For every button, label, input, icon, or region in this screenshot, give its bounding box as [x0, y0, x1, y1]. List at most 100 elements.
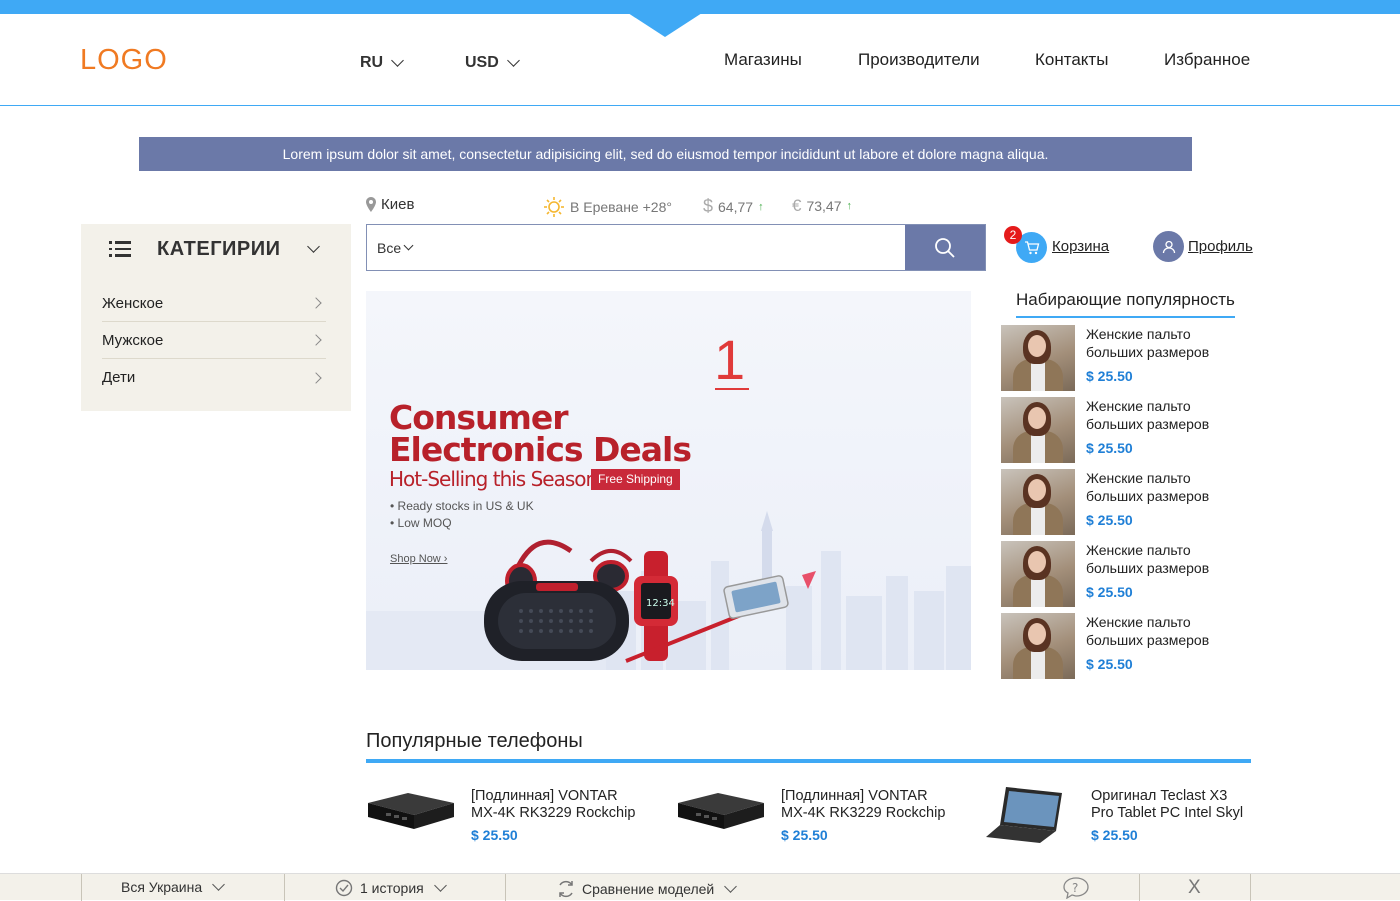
currency-label: USD: [465, 54, 499, 71]
product-card[interactable]: [Подлинная] VONTAR MX-4K RK3229 Rockchip $…: [676, 785, 966, 845]
profile-link[interactable]: Профиль: [1153, 231, 1253, 262]
product-price: $ 25.50: [1086, 440, 1133, 456]
tv-box-image: [676, 785, 766, 845]
toolbar-divider: [505, 874, 506, 901]
compare-models-dropdown[interactable]: Сравнение моделей: [556, 879, 738, 899]
product-price: $ 25.50: [1086, 584, 1133, 600]
chevron-down-icon: [403, 240, 414, 251]
nav-link-shops[interactable]: Магазины: [724, 50, 802, 70]
cart-link[interactable]: 2 Корзина: [1004, 226, 1110, 264]
promo-headline-line2: Electronics Deals: [389, 430, 692, 469]
trending-item[interactable]: Женские пальто больших размеров $ 25.50: [1001, 541, 1251, 607]
free-shipping-tag: Free Shipping: [591, 469, 680, 490]
help-button[interactable]: ?: [1063, 877, 1089, 899]
map-pin-icon: [366, 197, 376, 212]
toolbar-divider: [284, 874, 285, 901]
arrow-up-icon: ↑: [846, 200, 853, 212]
product-price: $ 25.50: [471, 827, 518, 843]
trending-title: Набирающие популярность: [1016, 290, 1235, 318]
tablet-image: [986, 785, 1076, 845]
nav-link-favorites[interactable]: Избранное: [1164, 50, 1250, 70]
weather-text: В Ереване +28°: [570, 199, 672, 215]
trending-item[interactable]: Женские пальто больших размеров $ 25.50: [1001, 325, 1251, 391]
nav-link-contacts[interactable]: Контакты: [1035, 50, 1108, 70]
product-price: $ 25.50: [1086, 368, 1133, 384]
compare-label: Сравнение моделей: [582, 881, 715, 897]
chevron-right-icon: [310, 334, 322, 346]
product-name: Женские пальто больших размеров: [1086, 614, 1210, 648]
trending-item[interactable]: Женские пальто больших размеров $ 25.50: [1001, 613, 1251, 679]
trending-item[interactable]: Женские пальто больших размеров $ 25.50: [1001, 469, 1251, 535]
categories-toggle[interactable]: КАТЕГИРИИ: [81, 224, 351, 274]
trending-item[interactable]: Женские пальто больших размеров $ 25.50: [1001, 397, 1251, 463]
language-dropdown[interactable]: RU: [360, 54, 404, 72]
logo[interactable]: LOGO: [80, 44, 168, 77]
search-input[interactable]: [427, 225, 905, 270]
language-label: RU: [360, 54, 384, 71]
history-icon: [335, 879, 353, 897]
cart-count-badge: 2: [1004, 226, 1022, 244]
city-label: Киев: [381, 196, 415, 213]
history-dropdown[interactable]: 1 история: [334, 879, 447, 897]
search-button[interactable]: [905, 225, 985, 270]
usd-rate: $ 64,77 ↑: [703, 196, 764, 217]
location[interactable]: Киев: [366, 196, 414, 213]
product-thumbnail: [1001, 325, 1075, 391]
chevron-down-icon: [306, 240, 320, 253]
refresh-compare-icon: [559, 880, 573, 898]
toolbar-divider: [81, 874, 82, 901]
product-card[interactable]: [Подлинная] VONTAR MX-4K RK3229 Rockchip $…: [366, 785, 656, 845]
product-thumbnail: [1001, 397, 1075, 463]
category-item-kids[interactable]: Дети: [102, 359, 326, 396]
product-name: Женские пальто больших размеров: [1086, 326, 1210, 360]
tv-box-image: [366, 785, 456, 845]
list-menu-icon: [109, 241, 131, 257]
region-label: Вся Украина: [121, 879, 203, 895]
top-accent-bar: [0, 0, 1400, 14]
product-name: Женские пальто больших размеров: [1086, 398, 1210, 432]
search-icon: [935, 237, 955, 258]
search-scope-select[interactable]: Все: [367, 225, 427, 270]
electronics-products-image: 12:34: [484, 539, 816, 663]
category-item-men[interactable]: Мужское: [102, 322, 326, 359]
slide-number: 1: [714, 328, 746, 391]
sun-icon: [544, 197, 564, 217]
chevron-down-icon: [433, 879, 447, 892]
categories-title: КАТЕГИРИИ: [157, 237, 281, 260]
slide-number-underline: [715, 388, 749, 390]
close-toolbar-button[interactable]: X: [1188, 877, 1201, 899]
header-divider: [0, 105, 1400, 106]
toolbar-divider: [1139, 874, 1140, 901]
category-label: Мужское: [102, 331, 164, 349]
category-item-women[interactable]: Женское: [102, 285, 326, 322]
weather: В Ереване +28°: [543, 196, 672, 218]
promo-banner[interactable]: 1 Consumer Electronics Deals Hot-Selling…: [366, 291, 971, 670]
nav-link-manufacturers[interactable]: Производители: [858, 50, 980, 70]
usd-rate-value: 64,77: [718, 198, 754, 215]
promo-bullet: • Ready stocks in US & UK: [390, 499, 534, 513]
promo-bullet: • Low MOQ: [390, 516, 452, 530]
cart-label: Корзина: [1052, 237, 1110, 255]
category-label: Женское: [102, 294, 164, 312]
bottom-toolbar: Вся Украина 1 история Сравнение моделей …: [0, 873, 1400, 901]
product-price: $ 25.50: [1086, 656, 1133, 672]
euro-icon: €: [792, 196, 802, 215]
shop-now-link[interactable]: Shop Now ›: [390, 553, 447, 565]
chevron-right-icon: [310, 371, 322, 384]
chevron-down-icon: [506, 54, 520, 67]
dollar-icon: $: [703, 196, 714, 216]
currency-dropdown[interactable]: USD: [465, 54, 520, 72]
chevron-down-icon: [391, 54, 404, 67]
top-accent-notch: [628, 13, 702, 37]
product-card[interactable]: Оригинал Teclast X3 Pro Tablet PC Intel S…: [986, 785, 1251, 845]
product-price: $ 25.50: [1091, 827, 1138, 843]
product-name: [Подлинная] VONTAR: [471, 788, 618, 804]
region-dropdown[interactable]: Вся Украина: [121, 878, 225, 895]
product-price: $ 25.50: [781, 827, 828, 843]
product-name: [Подлинная] VONTAR: [781, 788, 928, 804]
categories-panel: КАТЕГИРИИ Женское Мужское Дети: [81, 224, 351, 411]
product-thumbnail: [1001, 541, 1075, 607]
popular-section-divider: [366, 759, 1251, 763]
profile-label: Профиль: [1188, 238, 1253, 255]
product-price: $ 25.50: [1086, 512, 1133, 528]
